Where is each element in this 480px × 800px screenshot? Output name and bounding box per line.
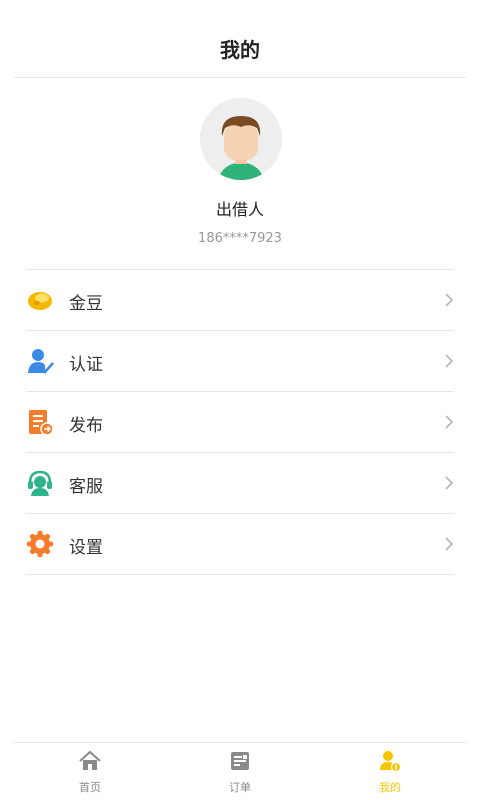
gold-bean-icon bbox=[28, 292, 52, 310]
settings-gear-icon bbox=[27, 531, 53, 557]
tab-label: 订单 bbox=[229, 781, 251, 794]
avatar-icon bbox=[200, 98, 282, 180]
chevron-right-icon bbox=[445, 537, 454, 551]
avatar[interactable] bbox=[200, 98, 282, 180]
verify-user-icon bbox=[28, 349, 54, 374]
menu-label: 金豆 bbox=[69, 294, 103, 314]
profile-page: 我的 出借人 186****7923 金豆 认证 发布 客服 设置 首页 订单 … bbox=[0, 0, 480, 800]
menu-label: 设置 bbox=[69, 538, 103, 558]
menu-item-settings[interactable]: 设置 bbox=[26, 514, 454, 575]
bottom-tab-bar: 首页 订单 我的 bbox=[0, 742, 480, 800]
order-icon bbox=[231, 752, 249, 770]
tab-mine[interactable]: 我的 bbox=[350, 750, 430, 798]
menu-label: 客服 bbox=[69, 477, 103, 497]
page-title: 我的 bbox=[220, 38, 260, 62]
menu-item-customer-service[interactable]: 客服 bbox=[26, 453, 454, 514]
user-name: 出借人 bbox=[215, 200, 264, 219]
tab-label: 我的 bbox=[379, 781, 401, 794]
tab-orders[interactable]: 订单 bbox=[200, 750, 280, 798]
user-phone: 186****7923 bbox=[198, 231, 282, 246]
chevron-right-icon bbox=[445, 354, 454, 368]
menu-item-gold-bean[interactable]: 金豆 bbox=[26, 270, 454, 331]
tabbar-divider bbox=[14, 742, 466, 743]
tab-label: 首页 bbox=[79, 781, 101, 794]
menu-item-publish[interactable]: 发布 bbox=[26, 392, 454, 453]
menu-label: 发布 bbox=[69, 416, 103, 436]
menu-label: 认证 bbox=[69, 355, 103, 375]
chevron-right-icon bbox=[445, 476, 454, 490]
menu-list: 金豆 认证 发布 客服 设置 bbox=[26, 269, 454, 575]
home-icon bbox=[79, 750, 101, 770]
menu-item-verify[interactable]: 认证 bbox=[26, 331, 454, 392]
chevron-right-icon bbox=[445, 293, 454, 307]
profile-card: 出借人 186****7923 bbox=[0, 98, 480, 258]
tab-home[interactable]: 首页 bbox=[50, 750, 130, 798]
publish-icon bbox=[29, 410, 54, 436]
header: 我的 bbox=[0, 0, 480, 78]
customer-service-icon bbox=[28, 470, 52, 496]
header-divider bbox=[14, 77, 466, 78]
chevron-right-icon bbox=[445, 415, 454, 429]
profile-icon bbox=[380, 751, 401, 772]
